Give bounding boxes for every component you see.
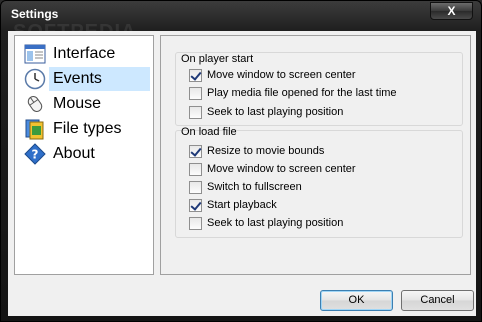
close-button[interactable]: X [430, 2, 473, 20]
window-title: Settings [11, 7, 59, 21]
checkbox-row[interactable]: Move window to screen center [189, 161, 356, 177]
player-start-group-label: On player start [181, 53, 254, 65]
checkbox-label: Play media file opened for the last time [207, 87, 397, 99]
checkbox-row[interactable]: Play media file opened for the last time [189, 85, 397, 101]
dialog-client-area: Interface Events Mouse File types ? Abou… [8, 31, 476, 316]
checkbox[interactable] [189, 162, 202, 176]
settings-category-list: Interface Events Mouse File types ? Abou… [14, 35, 154, 275]
sidebar-item-label: File types [53, 120, 122, 137]
checkbox-row[interactable]: Start playback [189, 197, 277, 213]
sidebar-item-label: Events [49, 67, 150, 91]
checkbox-label: Start playback [207, 199, 277, 211]
checkbox-label: Resize to movie bounds [207, 145, 325, 157]
sidebar-item-events[interactable]: Events [17, 67, 150, 91]
checkbox[interactable] [189, 198, 202, 212]
checkbox[interactable] [189, 180, 202, 194]
question-icon: ? [24, 143, 46, 165]
sidebar-item-interface[interactable]: Interface [17, 42, 150, 66]
checkbox-row[interactable]: Move window to screen center [189, 67, 356, 83]
checkbox-row[interactable]: Seek to last playing position [189, 104, 343, 120]
checkbox-label: Move window to screen center [207, 69, 356, 81]
sidebar-item-label: About [53, 145, 95, 162]
window-icon [24, 43, 46, 65]
load-file-group-label: On load file [181, 126, 237, 138]
checkbox[interactable] [189, 86, 202, 100]
checkbox[interactable] [189, 216, 202, 230]
sidebar-item-label: Mouse [53, 95, 102, 112]
checkbox-row[interactable]: Resize to movie bounds [189, 143, 324, 159]
cancel-button[interactable]: Cancel [401, 290, 474, 311]
checkbox-label: Move window to screen center [207, 163, 356, 175]
mouse-icon [24, 93, 46, 115]
checkbox-label: Seek to last playing position [207, 217, 344, 229]
checkbox[interactable] [189, 105, 202, 119]
file-types-icon [24, 118, 46, 140]
svg-text:?: ? [32, 148, 39, 162]
checkbox-label: Seek to last playing position [207, 106, 344, 118]
settings-window: Settings SOFTPEDIA X Interface [0, 0, 482, 322]
clock-icon [24, 68, 46, 90]
events-settings-panel: On player start Move window to screen ce… [160, 35, 471, 275]
checkbox-label: Switch to fullscreen [207, 181, 302, 193]
checkbox-row[interactable]: Seek to last playing position [189, 215, 343, 231]
sidebar-item-label: Interface [53, 45, 116, 62]
title-bar[interactable]: Settings SOFTPEDIA X [1, 1, 481, 43]
sidebar-item-file-types[interactable]: File types [17, 117, 150, 141]
sidebar-item-mouse[interactable]: Mouse [17, 92, 150, 116]
ok-button[interactable]: OK [320, 290, 393, 311]
checkbox[interactable] [189, 68, 202, 82]
checkbox[interactable] [189, 144, 202, 158]
sidebar-item-about[interactable]: ? About [17, 142, 150, 166]
checkbox-row[interactable]: Switch to fullscreen [189, 179, 302, 195]
